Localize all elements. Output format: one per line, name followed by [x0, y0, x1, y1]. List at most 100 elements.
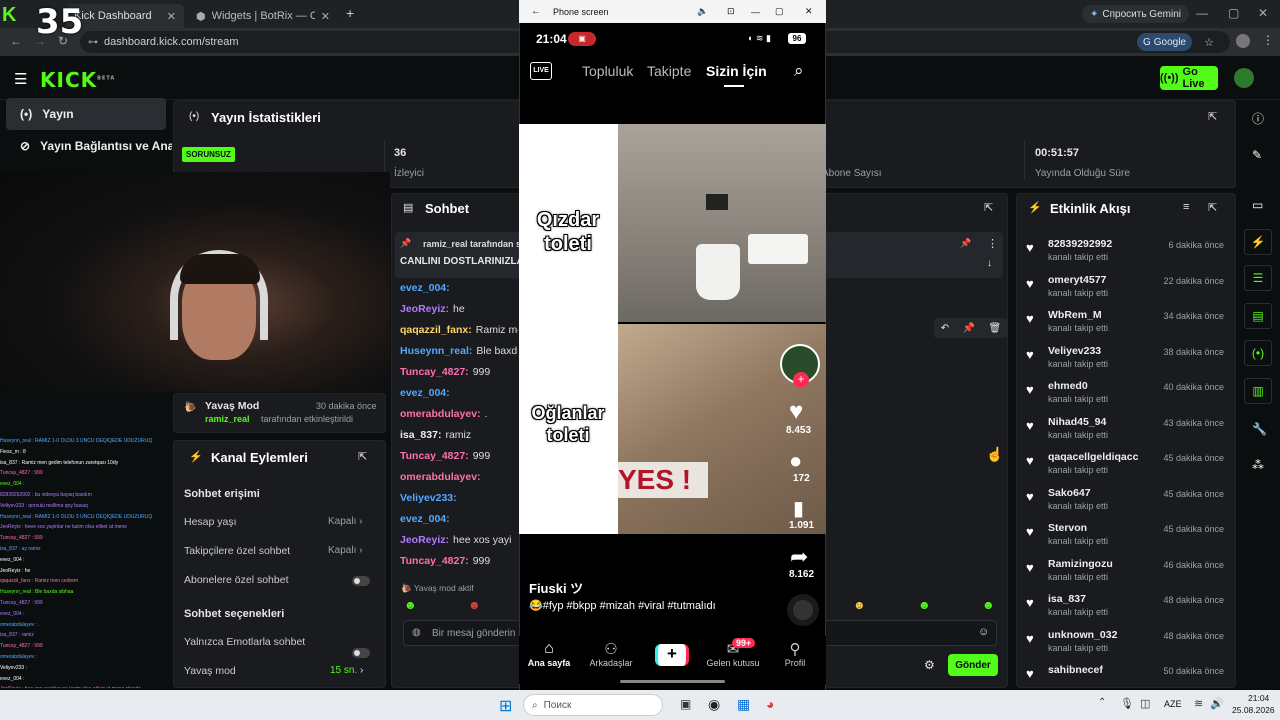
- app-icon[interactable]: ▦: [737, 696, 750, 713]
- live-button[interactable]: LIVE: [530, 62, 552, 80]
- pin-window-icon[interactable]: ⊡: [727, 6, 735, 17]
- collapse-icon[interactable]: ↓: [987, 258, 992, 269]
- chat-username[interactable]: evez_004:: [400, 513, 450, 525]
- undo-icon[interactable]: ↶: [941, 323, 949, 334]
- new-tab-button[interactable]: +: [346, 5, 354, 21]
- back-icon[interactable]: ←: [531, 6, 541, 17]
- obs-icon[interactable]: ◉: [708, 696, 720, 713]
- audio-icon[interactable]: 🔈: [697, 6, 708, 17]
- bookmark-star-icon[interactable]: ☆: [1204, 36, 1214, 49]
- subs-only-toggle[interactable]: [352, 576, 370, 586]
- chat-username[interactable]: Tuncay_4827:: [400, 450, 469, 462]
- create-button[interactable]: +: [655, 644, 689, 666]
- rail-chat-button[interactable]: ▤: [1244, 303, 1272, 329]
- wrench-icon[interactable]: 🔧: [1252, 422, 1267, 436]
- pen-icon[interactable]: ✎: [1252, 148, 1262, 162]
- emote-icon[interactable]: ☻: [982, 598, 995, 612]
- kick-logo[interactable]: KICKBETA: [40, 68, 115, 92]
- chrome-icon[interactable]: ◕: [766, 696, 774, 712]
- tab-sizin-icin[interactable]: Sizin İçin: [706, 63, 767, 79]
- close-icon[interactable]: ✕: [805, 6, 813, 17]
- google-button[interactable]: G Google: [1136, 33, 1192, 51]
- rail-stream-button[interactable]: ▥: [1244, 378, 1272, 404]
- send-button[interactable]: Gönder: [948, 654, 998, 676]
- restore-icon[interactable]: ▢: [1228, 6, 1239, 20]
- chat-username[interactable]: JeoReyiz:: [400, 534, 449, 546]
- close-tab-icon[interactable]: ✕: [321, 10, 330, 23]
- gemini-button[interactable]: ✦ Спросить Gemini: [1082, 5, 1189, 23]
- chat-username[interactable]: Tuncay_4827:: [400, 366, 469, 378]
- chat-username[interactable]: isa_837:: [400, 429, 441, 441]
- chat-username[interactable]: omerabdulayev:: [400, 471, 481, 483]
- follow-plus-icon[interactable]: +: [793, 372, 809, 388]
- user-avatar[interactable]: [1234, 68, 1254, 88]
- delete-icon[interactable]: 🗑: [989, 323, 1002, 334]
- rail-lightning-button[interactable]: ⚡: [1244, 229, 1272, 255]
- nav-item-yayin[interactable]: (•) Yayın: [6, 98, 166, 130]
- mic-icon[interactable]: 🎙: [1120, 697, 1134, 710]
- nav-home[interactable]: ⌂ Ana sayfa: [526, 640, 572, 668]
- chat-username[interactable]: Tuncay_4827:: [400, 555, 469, 567]
- slow-mode-select[interactable]: 15 sn. ›: [330, 665, 363, 676]
- pin-icon[interactable]: 📌: [963, 323, 975, 334]
- info-icon[interactable]: ⓘ: [1252, 110, 1264, 127]
- slow-mode-user[interactable]: ramiz_real: [205, 414, 250, 424]
- tab-kick-dashboard[interactable]: Kick Dashboard ✕: [66, 4, 184, 28]
- network-icon[interactable]: ⁂: [1252, 458, 1264, 472]
- expand-icon[interactable]: ⇱: [1208, 201, 1217, 214]
- rail-broadcast-button[interactable]: (•): [1244, 340, 1272, 366]
- filter-icon[interactable]: ≡: [1183, 201, 1189, 213]
- chat-username[interactable]: omerabdulayev:: [400, 408, 481, 420]
- tab-takipte[interactable]: Takipte: [647, 63, 691, 79]
- followers-only-select[interactable]: Kapalı ›: [328, 545, 362, 556]
- comment-icon[interactable]: ●: [789, 448, 802, 474]
- expand-icon[interactable]: ⇱: [1208, 110, 1217, 123]
- profile-icon[interactable]: [1236, 34, 1250, 48]
- rail-list-button[interactable]: ☰: [1244, 265, 1272, 291]
- back-icon[interactable]: ←: [10, 34, 22, 48]
- expand-icon[interactable]: ⇱: [984, 201, 993, 214]
- close-tab-icon[interactable]: ✕: [167, 10, 176, 23]
- unpin-icon[interactable]: 📌: [960, 238, 971, 249]
- emote-icon[interactable]: ☻: [468, 598, 481, 612]
- input-language[interactable]: AZE: [1164, 699, 1182, 709]
- clock-date[interactable]: 25.08.2026: [1232, 705, 1275, 715]
- emote-icon[interactable]: ☻: [404, 598, 417, 612]
- search-icon[interactable]: ⌕: [794, 61, 804, 81]
- task-view-icon[interactable]: ▣: [680, 697, 691, 711]
- browser-menu-icon[interactable]: ⋮: [1262, 33, 1274, 47]
- chat-username[interactable]: evez_004:: [400, 387, 450, 399]
- bookmark-icon[interactable]: ▮: [793, 496, 804, 521]
- emotes-only-toggle[interactable]: [352, 648, 370, 658]
- wifi-icon[interactable]: ≋: [1194, 697, 1203, 710]
- volume-icon[interactable]: 🔊: [1210, 697, 1224, 710]
- tab-topluluk[interactable]: Topluluk: [582, 63, 633, 79]
- emote-icon[interactable]: ☻: [853, 598, 866, 612]
- chat-settings-icon[interactable]: ⚙: [924, 658, 935, 672]
- network-icon[interactable]: ◫: [1140, 697, 1150, 710]
- emoji-picker-icon[interactable]: ☺: [978, 626, 989, 638]
- start-button[interactable]: ⊞: [499, 696, 512, 716]
- go-live-button[interactable]: ((•)) Go Live: [1160, 66, 1218, 90]
- minimize-icon[interactable]: —: [751, 7, 760, 17]
- video-author[interactable]: Fiuski ツ: [529, 578, 583, 597]
- chat-username[interactable]: evez_004:: [400, 282, 450, 294]
- account-age-select[interactable]: Kapalı ›: [328, 516, 362, 527]
- share-icon[interactable]: ➦: [790, 544, 808, 570]
- taskbar-search[interactable]: ⌕ Поиск: [523, 694, 663, 716]
- maximize-icon[interactable]: ▢: [775, 6, 784, 17]
- nav-friends[interactable]: ⚇ Arkadaşlar: [584, 640, 638, 668]
- hamburger-menu-icon[interactable]: ☰: [14, 70, 27, 88]
- clock-time[interactable]: 21:04: [1248, 693, 1269, 703]
- chat-username[interactable]: qaqazzil_fanx:: [400, 324, 472, 336]
- tab-widgets-botrix[interactable]: ⬢ Widgets | BotRix — Cloud Strea ✕: [188, 4, 338, 28]
- nav-profile[interactable]: ⚲ Profil: [776, 640, 814, 668]
- chat-username[interactable]: Veliyev233:: [400, 492, 457, 504]
- chat-username[interactable]: JeoReyiz:: [400, 303, 449, 315]
- more-options-icon[interactable]: ⋮: [987, 237, 998, 250]
- expand-icon[interactable]: ⇱: [358, 450, 367, 463]
- emote-icon[interactable]: ☻: [918, 598, 931, 612]
- chat-username[interactable]: Huseynn_real:: [400, 345, 472, 357]
- nav-item-stream-key[interactable]: ⊘ Yayın Bağlantısı ve Anahtarı: [6, 130, 172, 162]
- like-icon[interactable]: ♥: [789, 398, 803, 426]
